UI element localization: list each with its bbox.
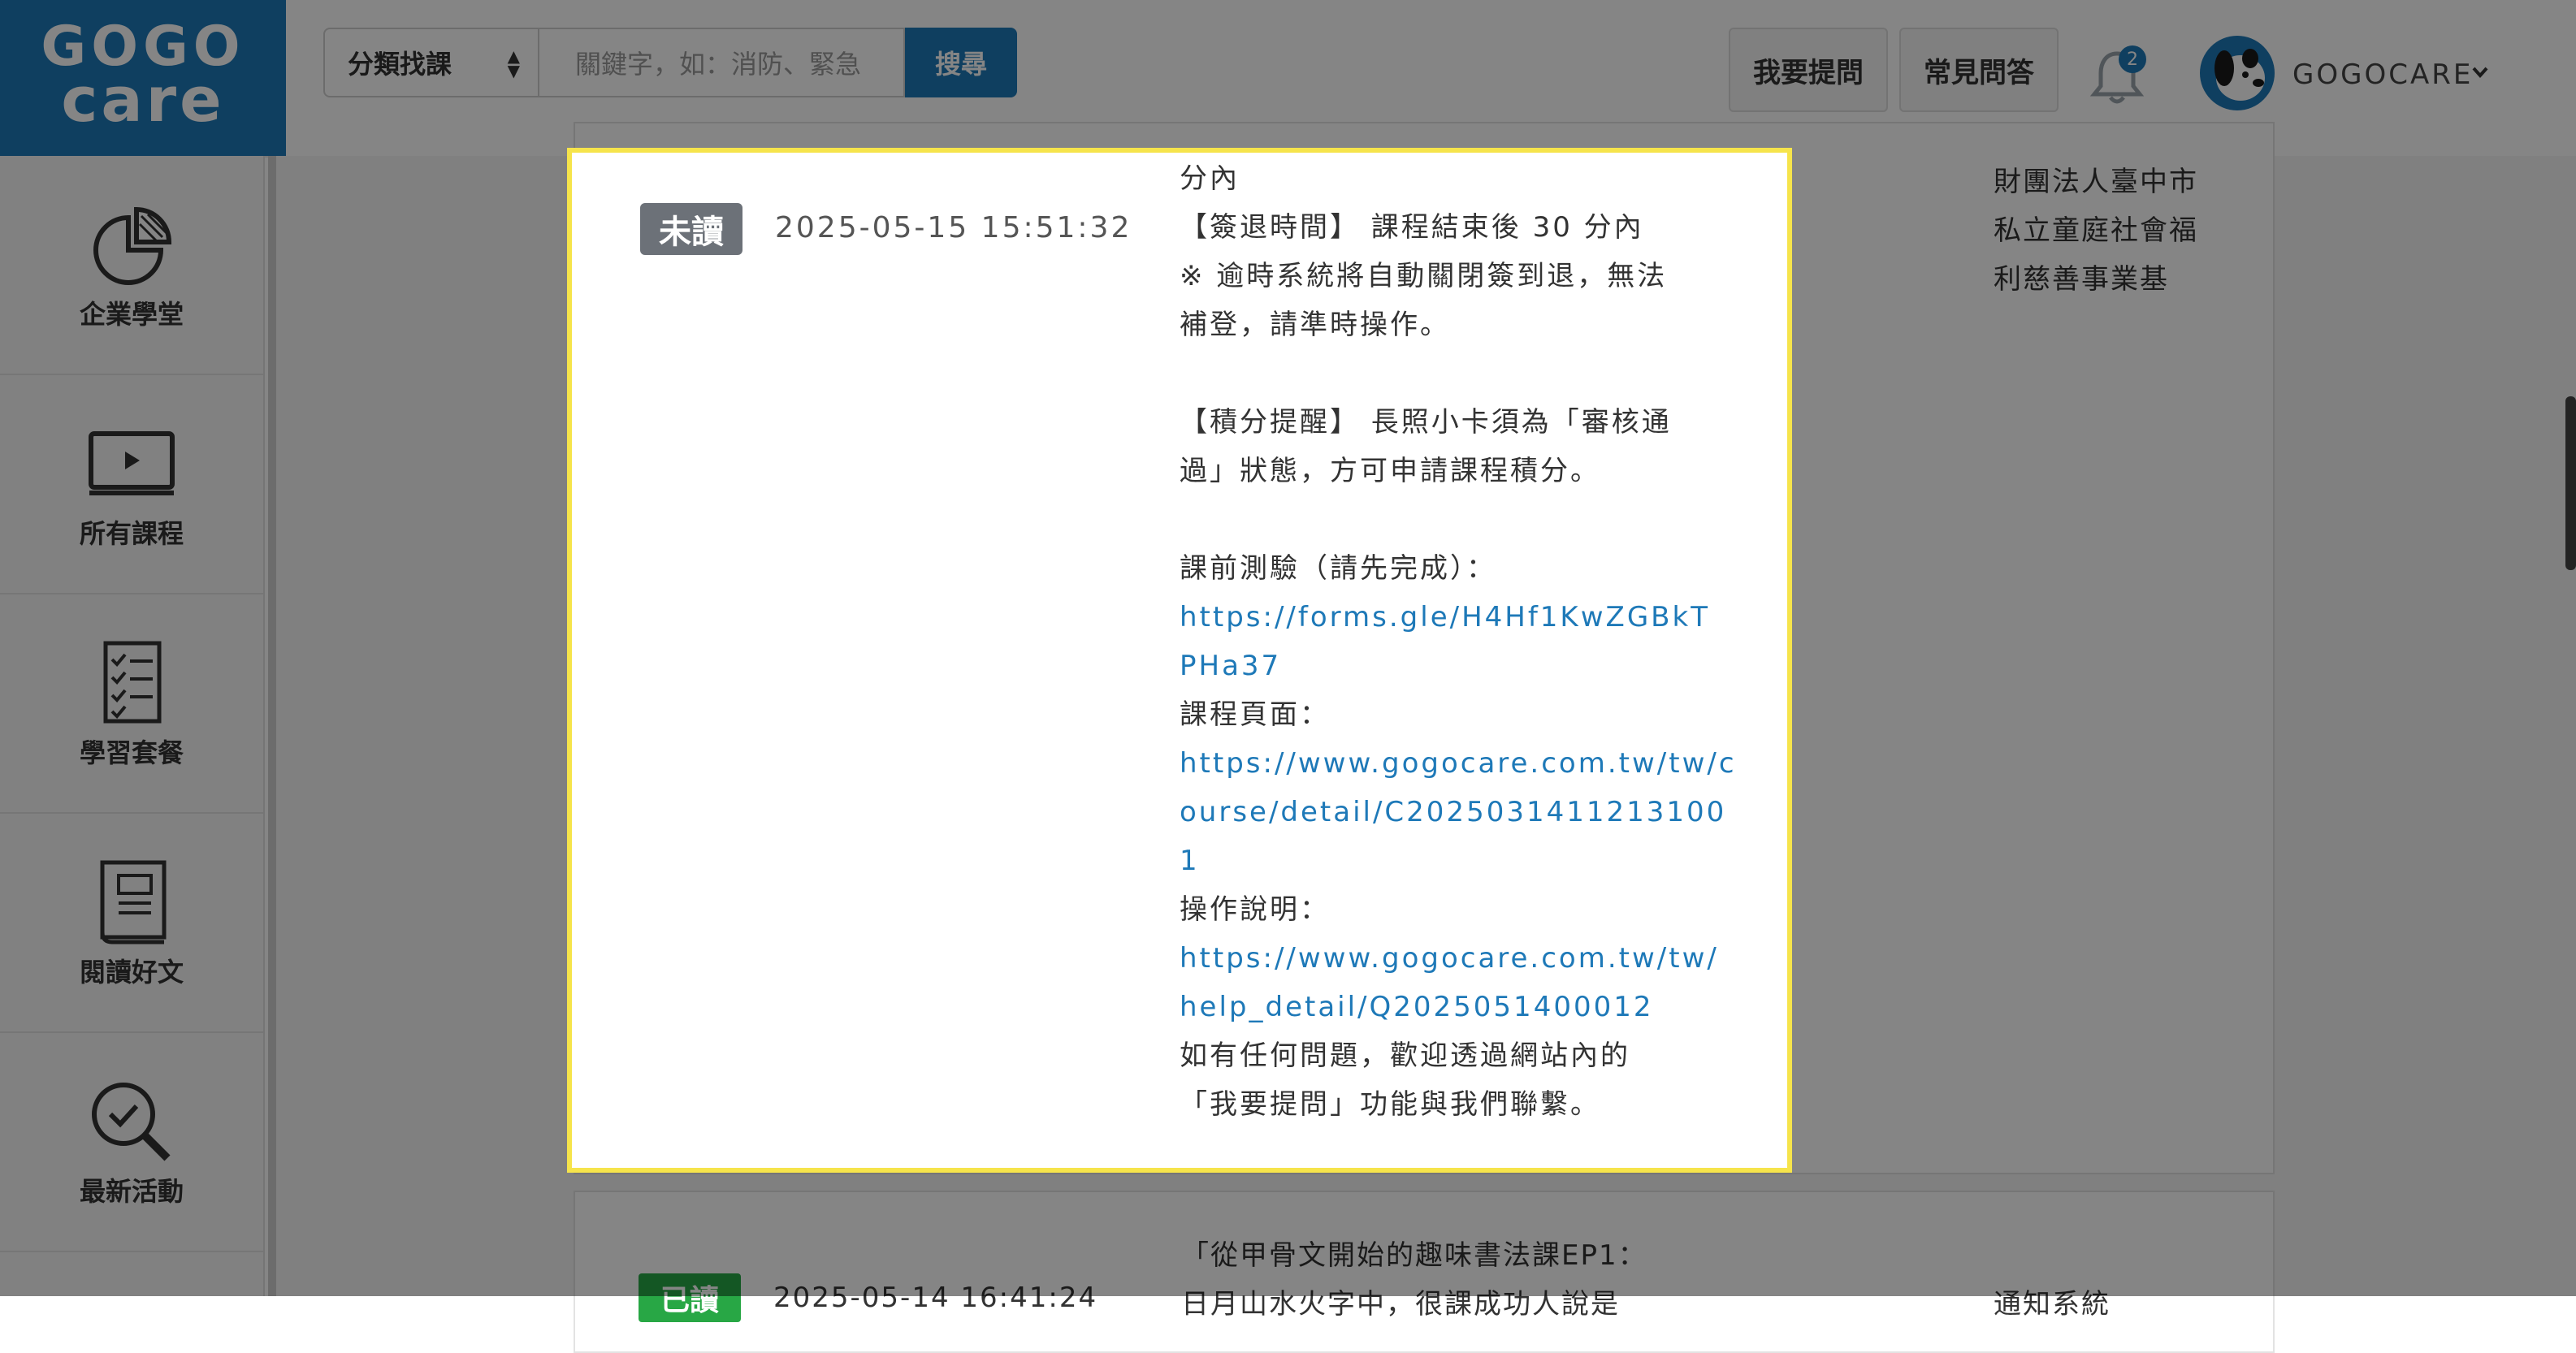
message-link[interactable]: https://www.gogocare.com.tw/tw/c [1180,747,1737,780]
message-line: 課程頁面： [1180,698,1330,731]
message-line: 補登，請準時操作。 [1180,309,1450,341]
message-link[interactable]: https://forms.gle/H4Hf1KwZGBkT [1180,601,1710,633]
message-line: 如有任何問題，歡迎透過網站內的 [1180,1040,1630,1072]
message-link[interactable]: ourse/detail/C2025031411213100 [1180,796,1726,828]
unread-status-badge: 未讀 [640,203,742,255]
message-link[interactable]: PHa37 [1180,650,1281,682]
message-line: 課前測驗（請先完成）： [1180,552,1496,585]
message-timestamp: 2025-05-15 15:51:32 [775,211,1132,244]
message-line: 分內 [1180,162,1240,195]
message-line: 【簽退時間】 課程結束後 30 分內 [1180,211,1644,244]
message-line: 【積分提醒】 長照小卡須為「審核通 [1180,406,1672,439]
message-link[interactable]: https://www.gogocare.com.tw/tw/ [1180,942,1719,975]
message-detail-modal: 未讀 2025-05-15 15:51:32 分內【簽退時間】 課程結束後 30… [567,148,1792,1173]
message-line: 過」狀態，方可申請課程積分。 [1180,455,1600,487]
message-link[interactable]: help_detail/Q2025051400012 [1180,991,1653,1023]
message-line: 「我要提問」功能與我們聯繫。 [1180,1088,1600,1121]
message-line: 操作說明： [1180,893,1330,926]
message-link[interactable]: 1 [1180,845,1200,877]
message-line: ※ 逾時系統將自動關閉簽到退，無法 [1180,260,1668,292]
